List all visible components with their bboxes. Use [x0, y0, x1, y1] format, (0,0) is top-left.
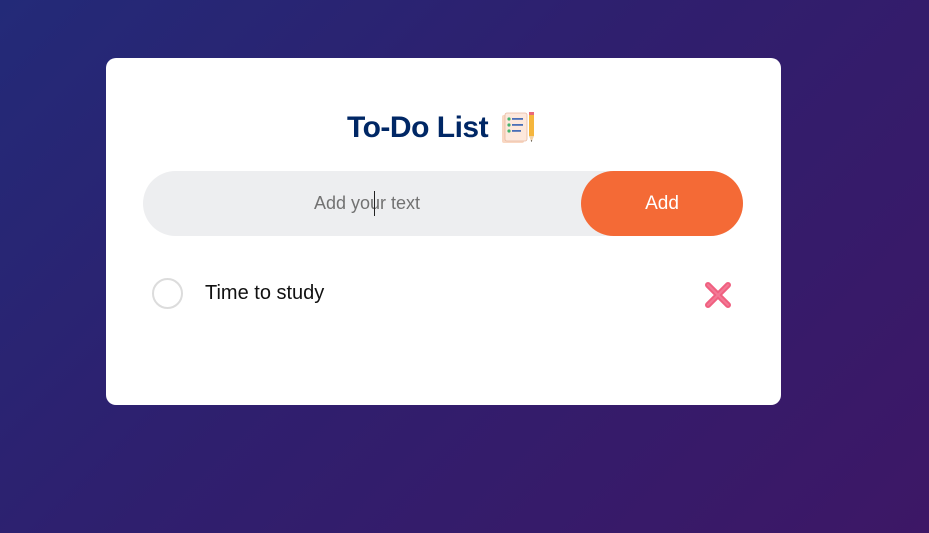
delete-icon[interactable] [702, 279, 734, 311]
title-row: To-Do List [347, 108, 536, 148]
list-item[interactable]: Time to study [152, 275, 742, 311]
task-text: Time to study [205, 281, 325, 304]
todo-card: To-Do List Add Time to [106, 58, 781, 405]
task-input[interactable] [143, 171, 581, 236]
add-button[interactable]: Add [581, 171, 743, 236]
add-task-row: Add [143, 171, 743, 236]
text-caret [374, 191, 375, 216]
task-list: Time to study [152, 275, 742, 311]
task-checkbox[interactable] [152, 277, 183, 309]
notepad-checklist-icon [500, 111, 536, 145]
app-title: To-Do List [347, 111, 489, 144]
